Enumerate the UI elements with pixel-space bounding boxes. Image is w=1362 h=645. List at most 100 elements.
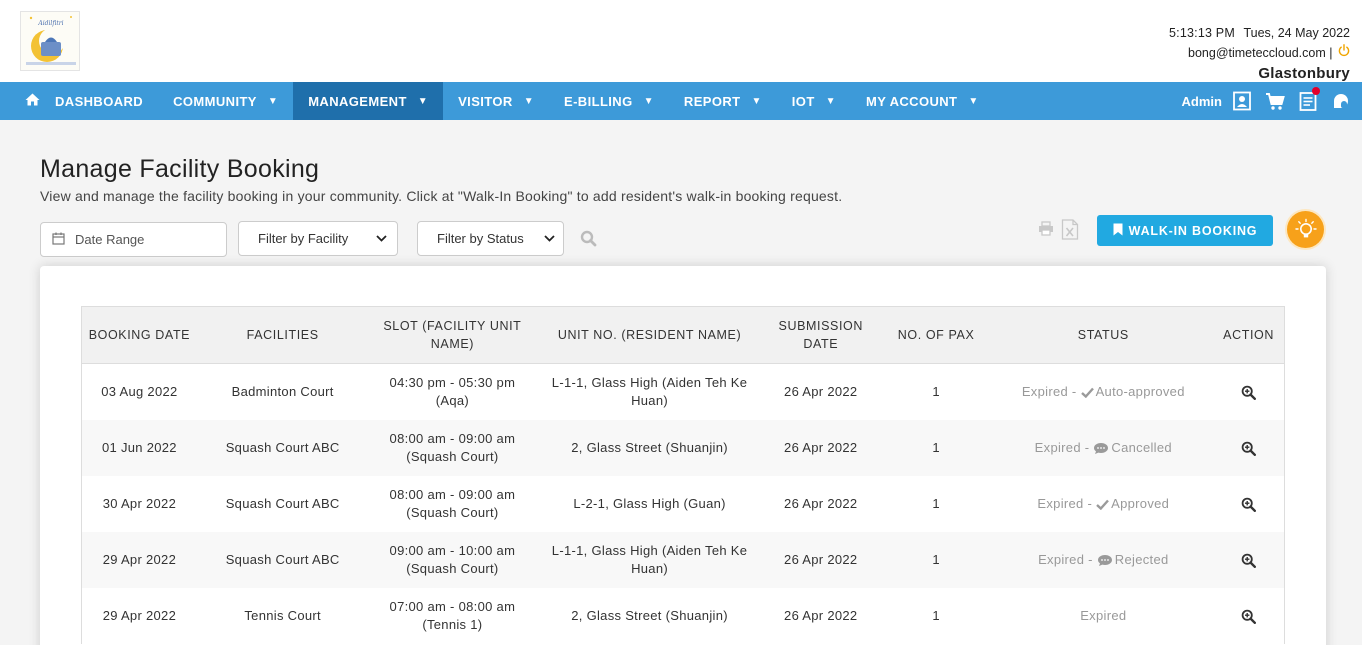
caret-down-icon: ▼ — [751, 95, 762, 107]
walk-in-booking-label: WALK-IN BOOKING — [1128, 223, 1258, 238]
user-role-label[interactable]: Admin — [1182, 94, 1222, 109]
caret-down-icon: ▼ — [968, 95, 979, 107]
status-label: Auto-approved — [1095, 384, 1185, 399]
logout-power-icon[interactable] — [1338, 44, 1350, 60]
status-cell: Expired - Approved — [993, 476, 1213, 532]
nav-visitor-label: VISITOR — [458, 93, 513, 109]
col-action: ACTION — [1223, 328, 1274, 342]
cart-icon[interactable] — [1262, 92, 1288, 111]
action-cell — [1213, 476, 1284, 532]
table-row: 29 Apr 2022 Tennis Court 07:00 am - 08:0… — [82, 588, 1284, 644]
nav-my-account[interactable]: MY ACCOUNT ▼ — [851, 82, 994, 120]
action-cell — [1213, 588, 1284, 644]
status-label: Rejected — [1114, 552, 1169, 567]
table-row: 01 Jun 2022 Squash Court ABC 08:00 am - … — [82, 420, 1284, 476]
col-slot[interactable]: SLOT (FACILITY UNIT NAME) — [369, 307, 537, 363]
nav-ebilling-label: E-BILLING — [564, 93, 633, 109]
nav-visitor[interactable]: VISITOR ▼ — [443, 82, 549, 120]
status-cell: Expired — [993, 588, 1213, 644]
date-range-input[interactable]: Date Range — [40, 222, 227, 257]
organization-name[interactable]: Glastonbury — [1169, 64, 1350, 83]
booking-date-cell: 29 Apr 2022 — [102, 552, 177, 567]
action-cell — [1213, 532, 1284, 588]
col-facilities[interactable]: FACILITIES — [197, 307, 369, 363]
facility-cell: Squash Court ABC — [225, 496, 340, 511]
col-no-of-pax[interactable]: NO. OF PAX — [879, 307, 994, 363]
table-header: BOOKING DATE FACILITIES SLOT (FACILITY U… — [82, 307, 1284, 364]
nav-community[interactable]: COMMUNITY ▼ — [158, 82, 293, 120]
pax-cell: 1 — [932, 608, 940, 623]
view-details-zoom-icon[interactable] — [1241, 609, 1257, 624]
chevron-down-icon — [544, 233, 555, 245]
print-icon[interactable] — [1038, 221, 1054, 241]
action-cell — [1213, 420, 1284, 476]
booking-table: BOOKING DATE FACILITIES SLOT (FACILITY U… — [81, 306, 1285, 644]
facility-cell: Squash Court ABC — [225, 552, 340, 567]
slot-cell: 08:00 am - 09:00 am (Squash Court) — [389, 487, 516, 520]
community-logo[interactable]: Aidilfitri — [20, 11, 80, 71]
chat-icon[interactable] — [1328, 92, 1354, 110]
status-filter-value: Filter by Status — [437, 231, 524, 246]
submission-date-cell: 26 Apr 2022 — [784, 440, 858, 455]
booking-date-cell: 01 Jun 2022 — [101, 440, 177, 455]
col-status[interactable]: STATUS — [993, 307, 1213, 363]
status-prefix: Expired - — [1037, 496, 1093, 511]
caret-down-icon: ▼ — [643, 95, 654, 107]
nav-report-label: REPORT — [683, 93, 741, 109]
view-details-zoom-icon[interactable] — [1241, 497, 1257, 512]
news-icon[interactable] — [1295, 87, 1321, 111]
col-booking-date[interactable]: BOOKING DATE — [82, 307, 197, 363]
check-icon — [1096, 499, 1110, 510]
facility-cell: Badminton Court — [231, 384, 334, 399]
unit-cell: L-1-1, Glass High (Aiden Teh Ke Huan) — [551, 543, 748, 576]
nav-dashboard[interactable]: DASHBOARD — [0, 82, 158, 120]
account-line: bong@timeteccloud.com | — [1169, 43, 1350, 63]
profile-card-icon[interactable] — [1229, 91, 1255, 111]
chevron-down-icon — [376, 233, 387, 245]
user-email: bong@timeteccloud.com — [1188, 46, 1326, 60]
nav-user-area: Admin — [1182, 82, 1354, 120]
pax-cell: 1 — [932, 384, 940, 399]
view-details-zoom-icon[interactable] — [1241, 385, 1257, 400]
facility-cell: Tennis Court — [244, 608, 321, 623]
table-row: 03 Aug 2022 Badminton Court 04:30 pm - 0… — [82, 364, 1284, 420]
date-range-placeholder: Date Range — [75, 232, 145, 247]
search-icon[interactable] — [580, 230, 597, 252]
walk-in-booking-button[interactable]: WALK-IN BOOKING — [1097, 215, 1273, 246]
bookmark-icon — [1113, 223, 1123, 239]
nav-report[interactable]: REPORT ▼ — [669, 82, 777, 120]
nav-management[interactable]: MANAGEMENT ▼ — [293, 82, 444, 120]
check-icon — [1080, 387, 1094, 398]
nav-community-label: COMMUNITY — [173, 93, 257, 109]
current-time: 5:13:13 PM — [1169, 26, 1235, 40]
separator: | — [1329, 46, 1333, 60]
main-nav: DASHBOARD COMMUNITY ▼ MANAGEMENT ▼ VISIT… — [0, 82, 1362, 120]
status-prefix: Expired - — [1034, 440, 1090, 455]
nav-my-account-label: MY ACCOUNT — [865, 93, 958, 109]
notification-dot — [1312, 87, 1320, 95]
status-prefix: Expired - — [1038, 552, 1093, 567]
comment-icon — [1097, 554, 1113, 567]
col-submission-date[interactable]: SUBMISSION DATE — [763, 307, 879, 363]
home-icon — [25, 93, 40, 110]
status-filter-select[interactable]: Filter by Status — [417, 221, 564, 256]
facility-filter-select[interactable]: Filter by Facility — [238, 221, 398, 256]
submission-date-cell: 26 Apr 2022 — [784, 496, 858, 511]
caret-down-icon: ▼ — [523, 95, 534, 107]
col-unit-no[interactable]: UNIT NO. (RESIDENT NAME) — [536, 307, 763, 363]
unit-cell: L-1-1, Glass High (Aiden Teh Ke Huan) — [551, 375, 748, 408]
calendar-icon — [52, 232, 65, 248]
status-prefix: Expired - — [1021, 384, 1077, 399]
view-details-zoom-icon[interactable] — [1241, 441, 1257, 456]
view-details-zoom-icon[interactable] — [1241, 553, 1257, 568]
pax-cell: 1 — [932, 552, 940, 567]
pax-cell: 1 — [932, 496, 940, 511]
booking-date-cell: 03 Aug 2022 — [101, 384, 178, 399]
tips-lightbulb-icon[interactable] — [1287, 211, 1324, 248]
nav-ebilling[interactable]: E-BILLING ▼ — [549, 82, 669, 120]
excel-export-icon[interactable] — [1061, 219, 1079, 245]
nav-management-label: MANAGEMENT — [308, 93, 407, 109]
status-cell: Expired - Rejected — [993, 532, 1213, 588]
page-title: Manage Facility Booking — [40, 155, 320, 183]
nav-iot[interactable]: IOT ▼ — [777, 82, 851, 120]
